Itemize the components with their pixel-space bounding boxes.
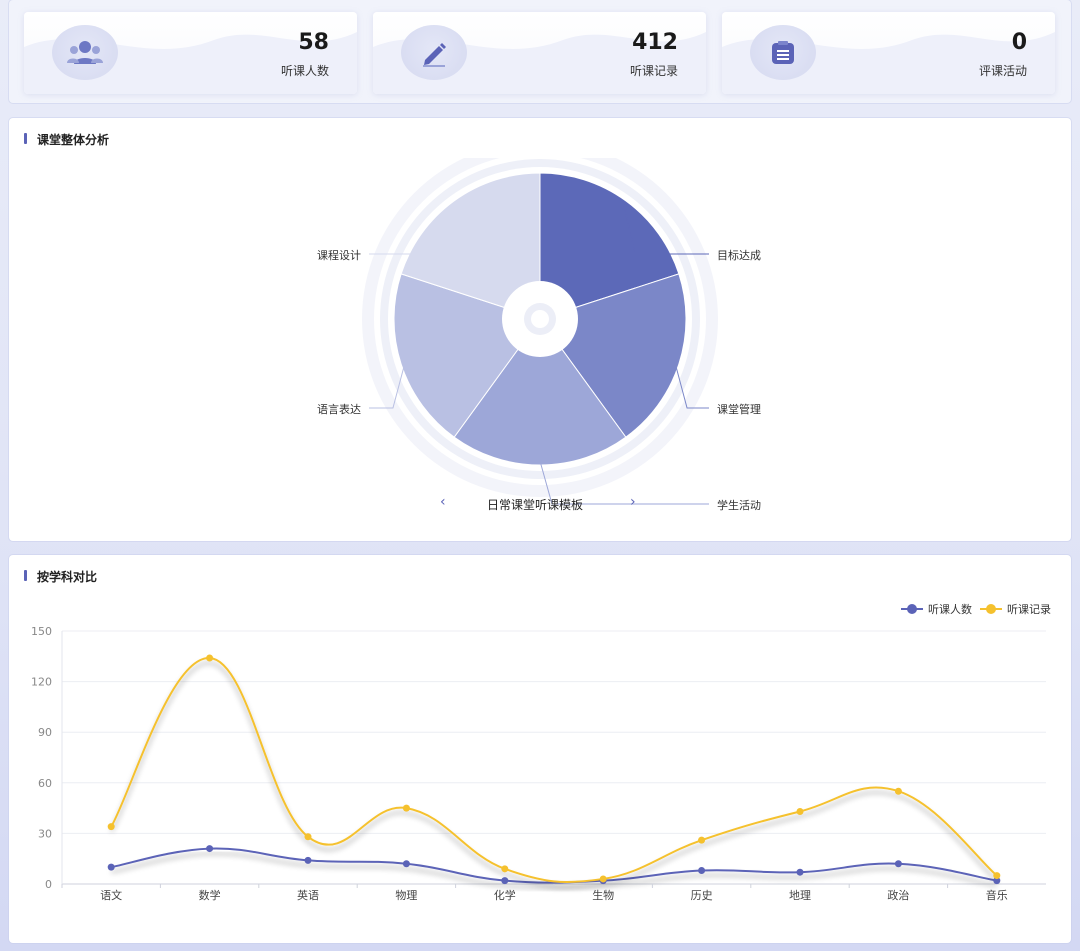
data-point[interactable]	[501, 865, 509, 873]
series-line[interactable]	[110, 656, 998, 884]
x-tick-label: 历史	[691, 889, 713, 902]
y-tick-label: 150	[31, 625, 52, 638]
activities-count: 0	[1011, 30, 1027, 55]
clipboard-icon	[750, 25, 816, 80]
data-point[interactable]	[107, 863, 115, 871]
stat-card-records[interactable]: 412 听课记录	[373, 12, 706, 94]
data-point[interactable]	[304, 833, 312, 841]
template-name: 日常课堂听课模板	[487, 498, 584, 512]
series-line[interactable]	[111, 847, 997, 884]
listeners-label: 听课人数	[280, 64, 329, 78]
section-title-subject-comparison: 按学科对比	[24, 568, 97, 585]
x-tick-label: 地理	[789, 889, 811, 902]
data-point[interactable]	[402, 860, 410, 868]
x-tick-label: 生物	[592, 888, 614, 902]
data-point[interactable]	[698, 836, 706, 844]
y-tick-label: 90	[38, 726, 52, 739]
pie-label: 课程设计	[317, 249, 361, 262]
pie-chart	[362, 158, 718, 505]
stats-panel: 58 听课人数 412 听课记录 0 评课活动	[9, 0, 1071, 103]
section-title-classroom-analysis: 课堂整体分析	[24, 131, 109, 148]
data-point[interactable]	[206, 845, 214, 853]
data-point[interactable]	[698, 867, 706, 875]
data-point[interactable]	[894, 860, 902, 868]
data-point[interactable]	[501, 877, 509, 885]
y-tick-label: 120	[31, 676, 52, 689]
data-point[interactable]	[304, 856, 312, 864]
line-chart: 语文 数学 英语 物理 化学 生物 历史 地理 政治 音乐 0 30 60 90 120 150	[31, 625, 1046, 902]
x-tick-label: 音乐	[986, 888, 1008, 902]
records-label: 听课记录	[629, 64, 678, 78]
listeners-count: 58	[298, 30, 329, 55]
x-tick-label: 英语	[297, 888, 319, 902]
data-point[interactable]	[107, 823, 115, 831]
y-tick-label: 30	[38, 827, 52, 840]
users-icon	[52, 25, 118, 80]
stat-card-listeners[interactable]: 58 听课人数	[24, 12, 357, 94]
x-tick-label: 数学	[199, 888, 221, 902]
subject-comparison-panel: 按学科对比 听课人数 听课记录 语文 数学 英语 物理 化学 生物 历史 地理 …	[9, 555, 1071, 943]
x-tick-label: 语文	[100, 888, 122, 902]
data-point[interactable]	[894, 787, 902, 795]
x-tick-label: 化学	[494, 888, 516, 902]
data-point[interactable]	[796, 868, 804, 876]
data-point[interactable]	[206, 654, 214, 662]
pie-label: 语言表达	[317, 403, 361, 416]
x-tick-label: 物理	[395, 888, 417, 902]
data-point[interactable]	[599, 875, 607, 883]
pie-label: 学生活动	[717, 499, 761, 512]
pie-center-dot	[531, 310, 549, 328]
data-point[interactable]	[796, 807, 804, 815]
classroom-analysis-panel: 课堂整体分析 目标达成课堂管理学生活动 语言表达 课程设计 ‹ 日常课堂听课模板 ›	[9, 118, 1071, 541]
data-point[interactable]	[402, 804, 410, 812]
pie-label: 课堂管理	[717, 403, 761, 416]
records-count: 412	[632, 30, 678, 55]
y-tick-label: 0	[45, 878, 52, 891]
data-point[interactable]	[993, 872, 1001, 880]
x-tick-label: 政治	[887, 888, 909, 902]
next-template-button[interactable]: ›	[630, 494, 636, 510]
y-tick-label: 60	[38, 777, 52, 790]
activities-label: 评课活动	[978, 64, 1027, 78]
pencil-icon	[401, 25, 467, 80]
stat-card-activities[interactable]: 0 评课活动	[722, 12, 1055, 94]
prev-template-button[interactable]: ‹	[440, 494, 446, 510]
pie-label: 目标达成	[717, 249, 761, 262]
